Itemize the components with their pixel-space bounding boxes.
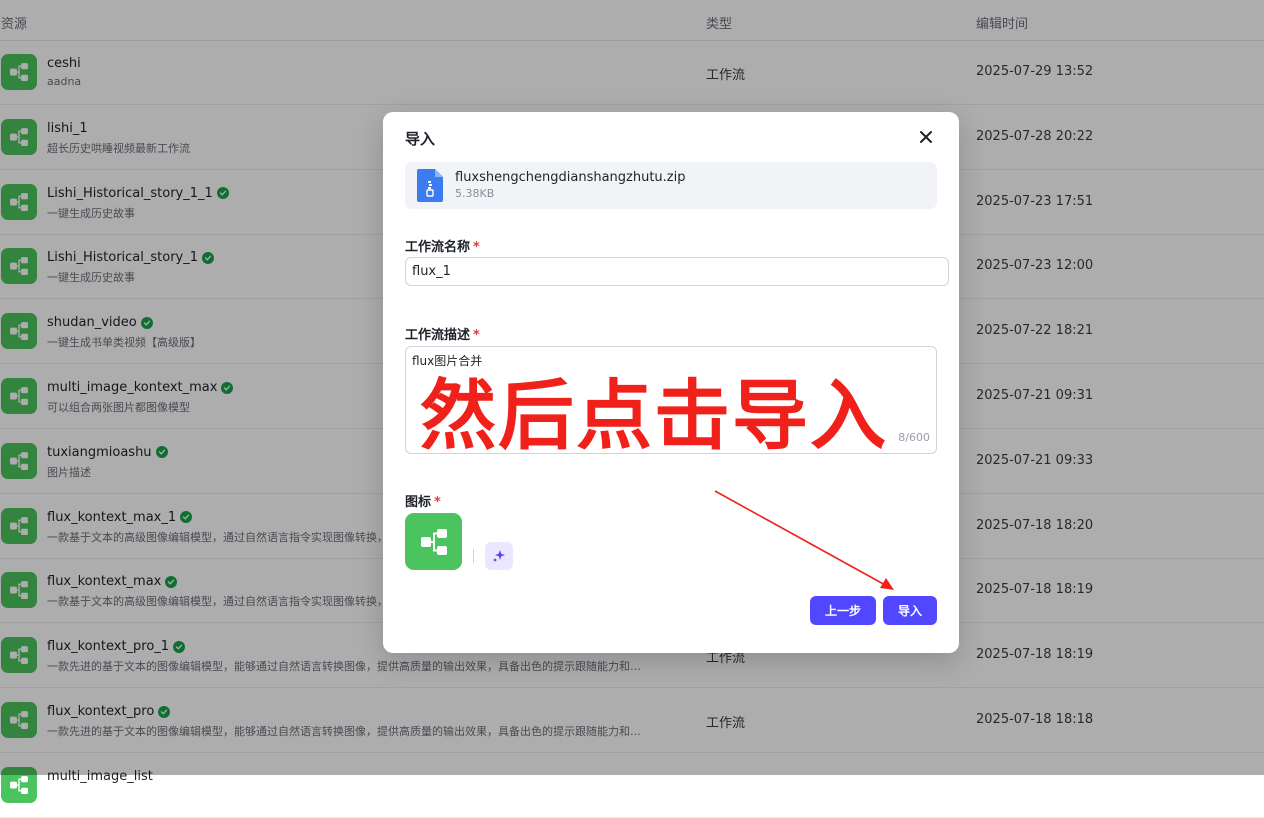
import-button[interactable]: 导入 (883, 596, 937, 625)
icon-label: 图标 * (405, 491, 441, 510)
workflow-icon (420, 528, 447, 555)
workflow-desc-label: 工作流描述 * (405, 324, 480, 343)
file-size: 5.38KB (455, 187, 495, 200)
char-counter: 8/600 (898, 431, 930, 444)
icon-label-text: 图标 (405, 495, 432, 510)
previous-step-button[interactable]: 上一步 (810, 596, 876, 625)
required-mark: * (473, 328, 480, 343)
divider (473, 549, 474, 563)
workflow-desc-label-text: 工作流描述 (405, 328, 471, 343)
uploaded-file-card: fluxshengchengdianshangzhutu.zip 5.38KB (405, 162, 937, 209)
file-name: fluxshengchengdianshangzhutu.zip (455, 170, 686, 185)
dialog-title: 导入 (405, 130, 436, 148)
workflow-icon (10, 775, 28, 794)
workflow-icon-preview[interactable] (405, 513, 462, 570)
red-annotation-text: 然后点击导入 (420, 371, 888, 460)
workflow-name-input[interactable] (405, 257, 949, 286)
sparkle-icon (493, 550, 505, 562)
ai-generate-icon-button[interactable] (485, 542, 513, 570)
required-mark: * (434, 495, 441, 510)
workflow-name-label-text: 工作流名称 (405, 240, 471, 255)
workflow-name-label: 工作流名称 * (405, 236, 480, 255)
import-dialog: 导入 fluxshengchengdianshangzhutu.zip 5.38… (383, 112, 959, 653)
zip-file-icon (417, 169, 443, 202)
close-icon[interactable] (917, 128, 935, 146)
workflow-desc-value: flux图片合并 (412, 354, 483, 368)
required-mark: * (473, 240, 480, 255)
